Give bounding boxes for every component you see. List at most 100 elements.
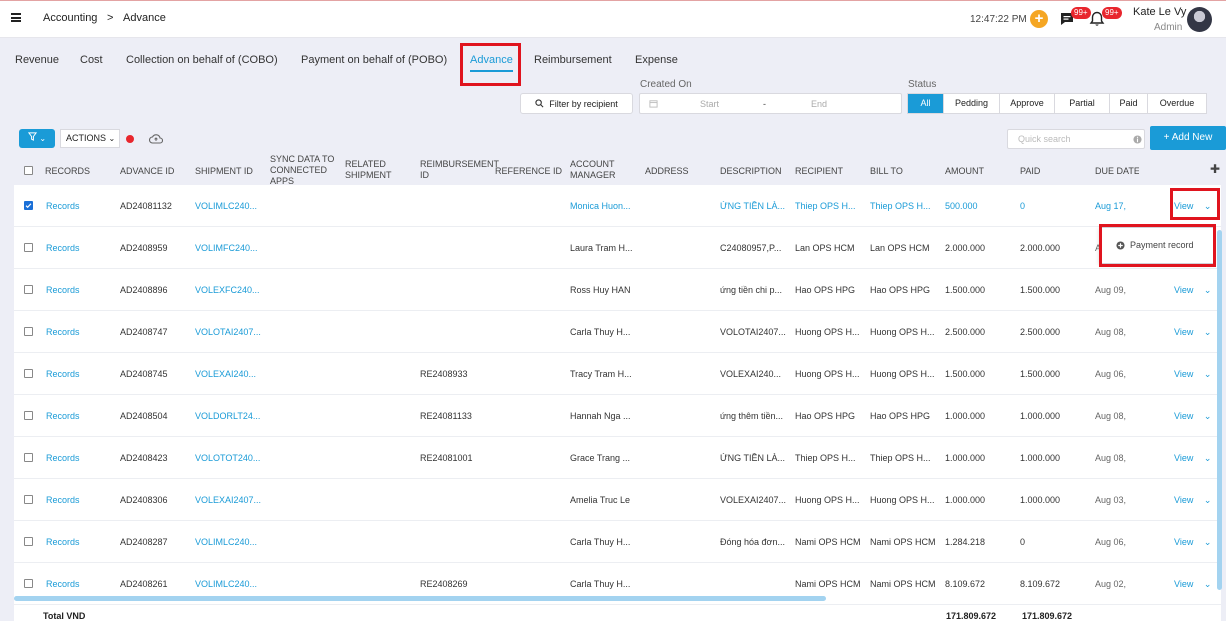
status-all-button[interactable]: All: [908, 94, 944, 113]
view-dropdown-button[interactable]: View ⌄: [1174, 495, 1211, 506]
avatar[interactable]: [1187, 7, 1212, 32]
shipment-id-link[interactable]: VOLOTOT240...: [195, 453, 260, 463]
view-dropdown-button[interactable]: View ⌄: [1174, 453, 1211, 464]
filter-by-recipient-button[interactable]: Filter by recipient: [520, 93, 633, 114]
col-shipment-id[interactable]: SHIPMENT ID: [195, 166, 253, 177]
records-link[interactable]: Records: [46, 327, 80, 337]
shipment-id-link[interactable]: VOLIMLC240...: [195, 201, 257, 211]
row-checkbox[interactable]: [24, 201, 33, 210]
due-date: Aug 08,: [1095, 327, 1127, 337]
quick-search-input[interactable]: Quick search: [1007, 129, 1145, 149]
created-on-date-range[interactable]: Start - End: [639, 93, 902, 114]
tab-cost[interactable]: Cost: [80, 54, 103, 66]
records-link[interactable]: Records: [46, 537, 80, 547]
paid: 8.109.672: [1020, 579, 1061, 589]
row-checkbox[interactable]: [24, 495, 33, 504]
horizontal-scrollbar[interactable]: [14, 596, 826, 601]
records-link[interactable]: Records: [46, 411, 80, 421]
col-due-date[interactable]: DUE DATE: [1095, 166, 1139, 177]
breadcrumb-separator: >: [107, 12, 114, 24]
vertical-scrollbar[interactable]: [1217, 230, 1222, 590]
tab-reimbursement[interactable]: Reimbursement: [534, 54, 612, 66]
view-dropdown-button[interactable]: View ⌄: [1174, 327, 1211, 338]
col-related-shipment[interactable]: RELATED SHIPMENT: [345, 159, 407, 181]
records-link[interactable]: Records: [46, 579, 80, 589]
status-pedding-button[interactable]: Pedding: [944, 94, 1000, 113]
records-link[interactable]: Records: [46, 453, 80, 463]
status-approve-button[interactable]: Approve: [1000, 94, 1055, 113]
shipment-id-link[interactable]: VOLEXAI240...: [195, 369, 256, 379]
paid: 1.000.000: [1020, 411, 1061, 421]
col-reference-id[interactable]: REFERENCE ID: [495, 166, 562, 177]
recipient: Huong OPS H...: [795, 327, 860, 337]
records-link[interactable]: Records: [46, 495, 80, 505]
records-link[interactable]: Records: [46, 285, 80, 295]
col-reimbursement-id[interactable]: REIMBURSEMENT ID: [420, 159, 499, 181]
shipment-id-link[interactable]: VOLEXFC240...: [195, 285, 260, 295]
advance-tab-highlight: [460, 43, 521, 86]
advance-id: AD2408896: [120, 285, 168, 295]
amount: 8.109.672: [945, 579, 986, 589]
shipment-id-link[interactable]: VOLDORLT24...: [195, 411, 260, 421]
breadcrumb-advance: Advance: [123, 12, 166, 24]
col-description[interactable]: DESCRIPTION: [720, 166, 782, 177]
quick-add-icon[interactable]: +: [1030, 10, 1048, 28]
col-paid[interactable]: PAID: [1020, 166, 1040, 177]
tab-revenue[interactable]: Revenue: [15, 54, 59, 66]
row-checkbox[interactable]: [24, 369, 33, 378]
cloud-upload-icon[interactable]: [149, 133, 163, 144]
add-new-button[interactable]: + Add New: [1150, 126, 1226, 150]
bill-to: Huong OPS H...: [870, 327, 935, 337]
row-checkbox[interactable]: [24, 411, 33, 420]
row-checkbox[interactable]: [24, 453, 33, 462]
chevron-down-icon: ⌄: [1201, 327, 1212, 337]
tab-expense[interactable]: Expense: [635, 54, 678, 66]
start-date-placeholder[interactable]: Start: [700, 99, 719, 109]
col-amount[interactable]: AMOUNT: [945, 166, 984, 177]
table-row: Records AD2408287 VOLIMLC240... Carla Thuy …: [14, 521, 1221, 563]
records-link[interactable]: Records: [46, 201, 80, 211]
col-advance-id[interactable]: ADVANCE ID: [120, 166, 174, 177]
advance-id: AD2408747: [120, 327, 168, 337]
records-link[interactable]: Records: [46, 243, 80, 253]
status-paid-button[interactable]: Paid: [1110, 94, 1148, 113]
col-bill-to[interactable]: BILL TO: [870, 166, 903, 177]
status-overdue-button[interactable]: Overdue: [1148, 94, 1206, 113]
view-dropdown-button[interactable]: View ⌄: [1174, 369, 1211, 380]
row-checkbox[interactable]: [24, 243, 33, 252]
shipment-id-link[interactable]: VOLEXAI2407...: [195, 495, 261, 505]
col-account-manager[interactable]: ACCOUNT MANAGER: [570, 159, 632, 181]
view-dropdown-button[interactable]: View ⌄: [1174, 579, 1211, 590]
shipment-id-link[interactable]: VOLIMLC240...: [195, 537, 257, 547]
view-dropdown-button[interactable]: View ⌄: [1174, 411, 1211, 422]
col-address[interactable]: ADDRESS: [645, 166, 689, 177]
row-checkbox[interactable]: [24, 327, 33, 336]
tab-pobo[interactable]: Payment on behalf of (POBO): [301, 54, 447, 66]
hamburger-menu-icon[interactable]: [11, 13, 21, 22]
amount: 1.500.000: [945, 285, 986, 295]
actions-dropdown[interactable]: ACTIONS ⌄: [60, 129, 120, 148]
view-dropdown-button[interactable]: View ⌄: [1174, 537, 1211, 548]
view-label: View: [1174, 327, 1194, 337]
select-all-checkbox[interactable]: [24, 166, 33, 175]
shipment-id-link[interactable]: VOLIMFC240...: [195, 243, 258, 253]
shipment-id-link[interactable]: VOLOTAI2407...: [195, 327, 261, 337]
add-column-icon[interactable]: ✚: [1210, 163, 1220, 175]
row-checkbox[interactable]: [24, 285, 33, 294]
tab-cobo[interactable]: Collection on behalf of (COBO): [126, 54, 278, 66]
delete-icon[interactable]: [126, 135, 134, 143]
end-date-placeholder[interactable]: End: [811, 99, 827, 109]
filter-toggle-button[interactable]: ⌄: [19, 129, 55, 148]
shipment-id-link[interactable]: VOLIMLC240...: [195, 579, 257, 589]
col-recipient[interactable]: RECIPIENT: [795, 166, 843, 177]
view-dropdown-button[interactable]: View ⌄: [1174, 285, 1211, 296]
row-checkbox[interactable]: [24, 537, 33, 546]
col-sync-data[interactable]: SYNC DATA TO CONNECTED APPS: [270, 155, 340, 184]
row-checkbox[interactable]: [24, 579, 33, 588]
status-partial-button[interactable]: Partial: [1055, 94, 1110, 113]
checkmark-icon: [25, 203, 32, 209]
amount: 1.500.000: [945, 369, 986, 379]
records-link[interactable]: Records: [46, 369, 80, 379]
breadcrumb-accounting[interactable]: Accounting: [43, 12, 97, 24]
col-records[interactable]: RECORDS: [45, 166, 90, 177]
